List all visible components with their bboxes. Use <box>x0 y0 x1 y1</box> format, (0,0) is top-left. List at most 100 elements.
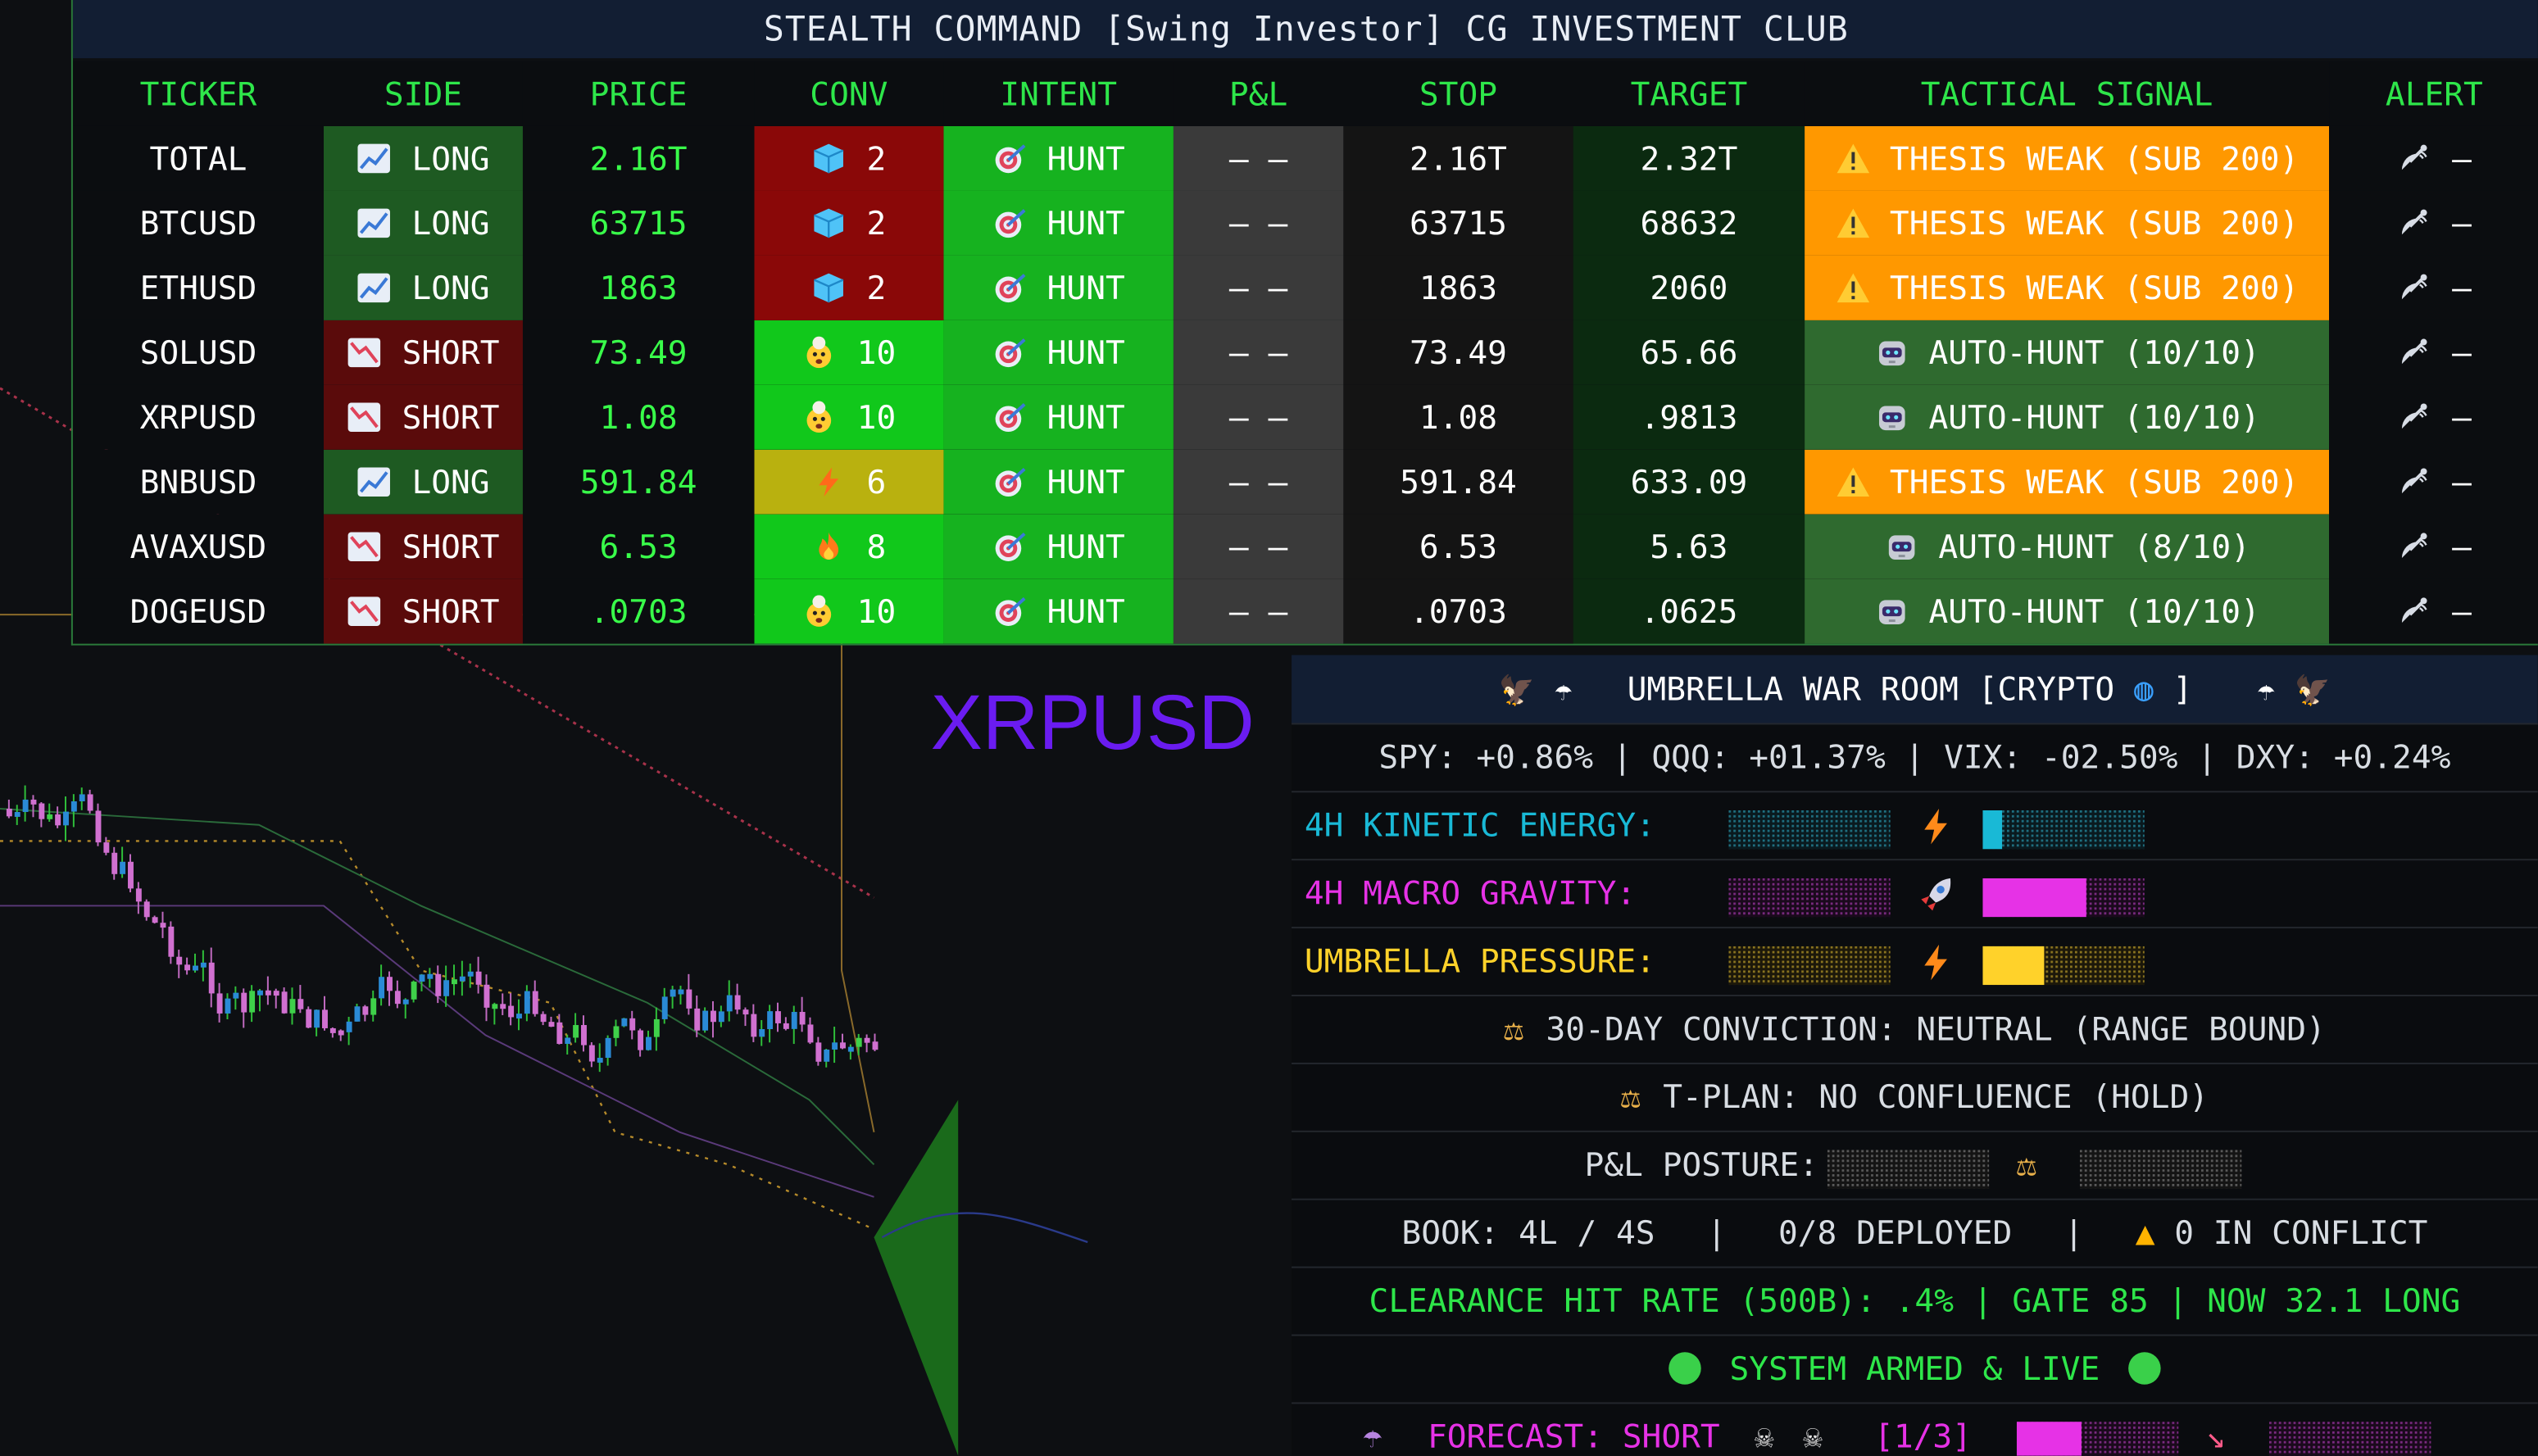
table-row[interactable]: TOTAL LONG 2.16T 2 HUNT — — 2.16T 2.32T THESIS W… <box>72 125 2538 191</box>
table-row[interactable]: DOGEUSD SHORT .0703 10 HUNT — — .0703 .0625 AUTO… <box>72 578 2538 644</box>
intent-cell[interactable]: HUNT <box>943 449 1174 515</box>
target-cell[interactable]: 633.09 <box>1573 449 1805 515</box>
target-cell[interactable]: .9813 <box>1573 384 1805 450</box>
conviction-cell[interactable]: 8 <box>754 514 944 579</box>
satellite-icon[interactable] <box>2397 272 2432 304</box>
target-cell[interactable]: 65.66 <box>1573 320 1805 385</box>
alert-cell[interactable]: — <box>2329 320 2538 385</box>
alert-cell[interactable]: — <box>2329 190 2538 256</box>
side-cell[interactable]: SHORT <box>324 514 523 579</box>
conviction-cell[interactable]: 2 <box>754 125 944 191</box>
pnl-cell[interactable]: — — <box>1173 190 1344 256</box>
ticker-cell[interactable]: XRPUSD <box>72 384 324 450</box>
intent-cell[interactable]: HUNT <box>943 125 1174 191</box>
price-cell[interactable]: 73.49 <box>522 320 755 385</box>
ticker-cell[interactable]: ETHUSD <box>72 255 324 320</box>
side-cell[interactable]: LONG <box>324 190 523 256</box>
signal-cell[interactable]: THESIS WEAK (SUB 200) <box>1805 255 2330 320</box>
intent-cell[interactable]: HUNT <box>943 190 1174 256</box>
table-row[interactable]: ETHUSD LONG 1863 2 HUNT — — 1863 2060 THESIS WEA… <box>72 255 2538 320</box>
stop-cell[interactable]: 1863 <box>1343 255 1573 320</box>
side-cell[interactable]: SHORT <box>324 578 523 644</box>
pnl-cell[interactable]: — — <box>1173 384 1344 450</box>
side-cell[interactable]: LONG <box>324 125 523 191</box>
stop-cell[interactable]: 63715 <box>1343 190 1573 256</box>
side-cell[interactable]: LONG <box>324 449 523 515</box>
table-row[interactable]: BTCUSD LONG 63715 2 HUNT — — 63715 68632 THESIS … <box>72 190 2538 256</box>
signal-cell[interactable]: THESIS WEAK (SUB 200) <box>1805 449 2330 515</box>
signal-cell[interactable]: AUTO-HUNT (10/10) <box>1805 320 2330 385</box>
conviction-cell[interactable]: 10 <box>754 320 944 385</box>
stop-cell[interactable]: .0703 <box>1343 578 1573 644</box>
side-cell[interactable]: SHORT <box>324 320 523 385</box>
stop-cell[interactable]: 6.53 <box>1343 514 1573 579</box>
side-cell[interactable]: SHORT <box>324 384 523 450</box>
satellite-icon[interactable] <box>2397 401 2432 433</box>
stop-cell[interactable]: 591.84 <box>1343 449 1573 515</box>
table-row[interactable]: AVAXUSD SHORT 6.53 8 HUNT — — 6.53 5.63 AUTO-HUN… <box>72 514 2538 579</box>
target-cell[interactable]: .0625 <box>1573 578 1805 644</box>
pnl-cell[interactable]: — — <box>1173 578 1344 644</box>
stop-cell[interactable]: 1.08 <box>1343 384 1573 450</box>
column-header[interactable]: ALERT <box>2329 61 2538 126</box>
target-cell[interactable]: 2060 <box>1573 255 1805 320</box>
target-cell[interactable]: 5.63 <box>1573 514 1805 579</box>
target-cell[interactable]: 2.32T <box>1573 125 1805 191</box>
price-cell[interactable]: 6.53 <box>522 514 755 579</box>
alert-cell[interactable]: — <box>2329 125 2538 191</box>
satellite-icon[interactable] <box>2397 466 2432 498</box>
satellite-icon[interactable] <box>2397 143 2432 175</box>
ticker-cell[interactable]: AVAXUSD <box>72 514 324 579</box>
conviction-cell[interactable]: 6 <box>754 449 944 515</box>
price-cell[interactable]: 63715 <box>522 190 755 256</box>
satellite-icon[interactable] <box>2397 207 2432 239</box>
pnl-cell[interactable]: — — <box>1173 449 1344 515</box>
signal-cell[interactable]: THESIS WEAK (SUB 200) <box>1805 190 2330 256</box>
conviction-cell[interactable]: 2 <box>754 190 944 256</box>
satellite-icon[interactable] <box>2397 337 2432 369</box>
ticker-cell[interactable]: SOLUSD <box>72 320 324 385</box>
signal-cell[interactable]: AUTO-HUNT (8/10) <box>1805 514 2330 579</box>
column-header[interactable]: TARGET <box>1573 61 1805 126</box>
price-cell[interactable]: .0703 <box>522 578 755 644</box>
signal-cell[interactable]: AUTO-HUNT (10/10) <box>1805 384 2330 450</box>
intent-cell[interactable]: HUNT <box>943 578 1174 644</box>
alert-cell[interactable]: — <box>2329 384 2538 450</box>
price-cell[interactable]: 591.84 <box>522 449 755 515</box>
intent-cell[interactable]: HUNT <box>943 255 1174 320</box>
price-cell[interactable]: 1.08 <box>522 384 755 450</box>
column-header[interactable]: CONV <box>754 61 944 126</box>
pnl-cell[interactable]: — — <box>1173 255 1344 320</box>
ticker-cell[interactable]: DOGEUSD <box>72 578 324 644</box>
alert-cell[interactable]: — <box>2329 514 2538 579</box>
intent-cell[interactable]: HUNT <box>943 514 1174 579</box>
alert-cell[interactable]: — <box>2329 255 2538 320</box>
ticker-cell[interactable]: BTCUSD <box>72 190 324 256</box>
conviction-cell[interactable]: 2 <box>754 255 944 320</box>
stop-cell[interactable]: 73.49 <box>1343 320 1573 385</box>
ticker-cell[interactable]: TOTAL <box>72 125 324 191</box>
column-header[interactable]: PRICE <box>522 61 755 126</box>
stop-cell[interactable]: 2.16T <box>1343 125 1573 191</box>
column-header[interactable]: TACTICAL SIGNAL <box>1805 61 2330 126</box>
signal-cell[interactable]: AUTO-HUNT (10/10) <box>1805 578 2330 644</box>
ticker-cell[interactable]: BNBUSD <box>72 449 324 515</box>
satellite-icon[interactable] <box>2397 595 2432 627</box>
table-row[interactable]: BNBUSD LONG 591.84 6 HUNT — — 591.84 633.09 THES… <box>72 449 2538 515</box>
price-cell[interactable]: 2.16T <box>522 125 755 191</box>
conviction-cell[interactable]: 10 <box>754 578 944 644</box>
alert-cell[interactable]: — <box>2329 578 2538 644</box>
table-row[interactable]: XRPUSD SHORT 1.08 10 HUNT — — 1.08 .9813 AUTO-HU… <box>72 384 2538 450</box>
column-header[interactable]: P&L <box>1173 61 1344 126</box>
conviction-cell[interactable]: 10 <box>754 384 944 450</box>
column-header[interactable]: SIDE <box>324 61 523 126</box>
pnl-cell[interactable]: — — <box>1173 125 1344 191</box>
pnl-cell[interactable]: — — <box>1173 320 1344 385</box>
alert-cell[interactable]: — <box>2329 449 2538 515</box>
column-header[interactable]: TICKER <box>72 61 324 126</box>
pnl-cell[interactable]: — — <box>1173 514 1344 579</box>
table-row[interactable]: SOLUSD SHORT 73.49 10 HUNT — — 73.49 65.66 AUTO-… <box>72 320 2538 385</box>
intent-cell[interactable]: HUNT <box>943 320 1174 385</box>
target-cell[interactable]: 68632 <box>1573 190 1805 256</box>
column-header[interactable]: STOP <box>1343 61 1573 126</box>
